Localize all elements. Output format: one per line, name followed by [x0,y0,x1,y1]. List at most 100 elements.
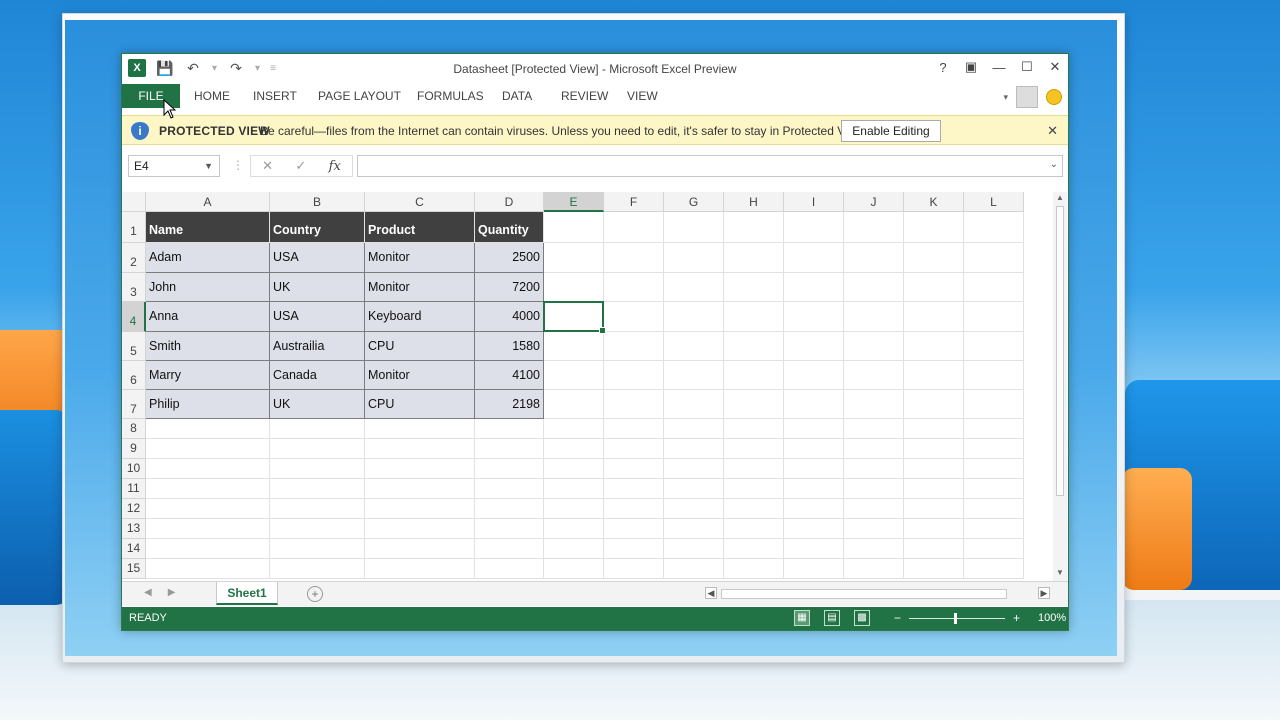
cell-g7[interactable] [664,390,724,419]
column-header-c[interactable]: C [365,192,475,212]
table-cell[interactable]: Anna [146,302,270,332]
cell-h11[interactable] [724,479,784,499]
cell-f2[interactable] [604,243,664,273]
cell-l11[interactable] [964,479,1024,499]
cell-d12[interactable] [475,499,544,519]
cell-h5[interactable] [724,332,784,361]
column-header-l[interactable]: L [964,192,1024,212]
cell-i10[interactable] [784,459,844,479]
horizontal-scrollbar[interactable]: ◀ ▶ [705,587,1050,600]
ribbon-display-options-icon[interactable]: ▣ [964,59,978,75]
cell-a11[interactable] [146,479,270,499]
tab-view[interactable]: VIEW [615,84,670,108]
cell-j14[interactable] [844,539,904,559]
cell-i1[interactable] [784,212,844,243]
cell-i2[interactable] [784,243,844,273]
cell-g14[interactable] [664,539,724,559]
minimize-button[interactable]: — [992,60,1006,75]
table-cell[interactable]: CPU [365,332,475,361]
cell-g4[interactable] [664,302,724,332]
column-header-g[interactable]: G [664,192,724,212]
cell-i14[interactable] [784,539,844,559]
cell-j9[interactable] [844,439,904,459]
cell-b8[interactable] [270,419,365,439]
tab-review[interactable]: REVIEW [549,84,620,108]
cell-e2[interactable] [544,243,604,273]
cell-k8[interactable] [904,419,964,439]
cell-g3[interactable] [664,273,724,302]
enter-check-icon[interactable]: ✓ [295,158,306,174]
cell-a12[interactable] [146,499,270,519]
expand-formula-bar-icon[interactable]: ⌄ [1050,159,1058,170]
vertical-scroll-thumb[interactable] [1056,206,1064,496]
cell-h9[interactable] [724,439,784,459]
cell-i12[interactable] [784,499,844,519]
cell-b15[interactable] [270,559,365,579]
row-header-15[interactable]: 15 [122,559,146,579]
column-header-j[interactable]: J [844,192,904,212]
sheet-nav-arrows-icon[interactable]: ◀▶ [144,587,191,598]
maximize-button[interactable]: ☐ [1020,59,1034,75]
cell-k11[interactable] [904,479,964,499]
cell-g15[interactable] [664,559,724,579]
active-cell-selection[interactable] [543,301,606,334]
table-cell[interactable]: USA [270,302,365,332]
cell-d13[interactable] [475,519,544,539]
cell-h2[interactable] [724,243,784,273]
cell-k12[interactable] [904,499,964,519]
cell-f3[interactable] [604,273,664,302]
cell-l5[interactable] [964,332,1024,361]
column-header-d[interactable]: D [475,192,544,212]
table-header-cell[interactable]: Product [365,212,475,243]
account-picture[interactable] [1016,86,1038,108]
cell-a9[interactable] [146,439,270,459]
cell-d11[interactable] [475,479,544,499]
row-header-8[interactable]: 8 [122,419,146,439]
cell-k15[interactable] [904,559,964,579]
cell-l12[interactable] [964,499,1024,519]
cell-e15[interactable] [544,559,604,579]
cell-e13[interactable] [544,519,604,539]
column-header-i[interactable]: I [784,192,844,212]
close-button[interactable]: ✕ [1048,59,1062,75]
table-cell[interactable]: USA [270,243,365,273]
cell-f1[interactable] [604,212,664,243]
cell-i15[interactable] [784,559,844,579]
cell-f10[interactable] [604,459,664,479]
account-dropdown-icon[interactable]: ▾ [1003,92,1008,103]
cell-g8[interactable] [664,419,724,439]
table-cell[interactable]: Canada [270,361,365,390]
cell-i7[interactable] [784,390,844,419]
table-cell[interactable]: Keyboard [365,302,475,332]
cell-j5[interactable] [844,332,904,361]
cell-k9[interactable] [904,439,964,459]
cell-j12[interactable] [844,499,904,519]
cell-l14[interactable] [964,539,1024,559]
cell-c9[interactable] [365,439,475,459]
table-cell[interactable]: 4100 [475,361,544,390]
column-header-k[interactable]: K [904,192,964,212]
cell-e12[interactable] [544,499,604,519]
cell-l8[interactable] [964,419,1024,439]
row-header-4[interactable]: 4 [122,302,146,332]
cell-h15[interactable] [724,559,784,579]
cell-i13[interactable] [784,519,844,539]
formula-input[interactable]: ⌄ [357,155,1063,177]
cell-f11[interactable] [604,479,664,499]
zoom-slider-knob[interactable] [954,612,958,624]
table-cell[interactable]: Monitor [365,361,475,390]
cell-l4[interactable] [964,302,1024,332]
cell-j10[interactable] [844,459,904,479]
table-cell[interactable]: 4000 [475,302,544,332]
cell-l1[interactable] [964,212,1024,243]
enable-editing-button[interactable]: Enable Editing [841,120,941,142]
zoom-in-icon[interactable]: + [1013,611,1020,625]
zoom-level[interactable]: 100% [1038,612,1066,624]
cell-a15[interactable] [146,559,270,579]
table-header-cell[interactable]: Country [270,212,365,243]
cell-h1[interactable] [724,212,784,243]
cell-f5[interactable] [604,332,664,361]
cell-a8[interactable] [146,419,270,439]
name-box[interactable]: E4 ▼ [128,155,220,177]
cell-e10[interactable] [544,459,604,479]
